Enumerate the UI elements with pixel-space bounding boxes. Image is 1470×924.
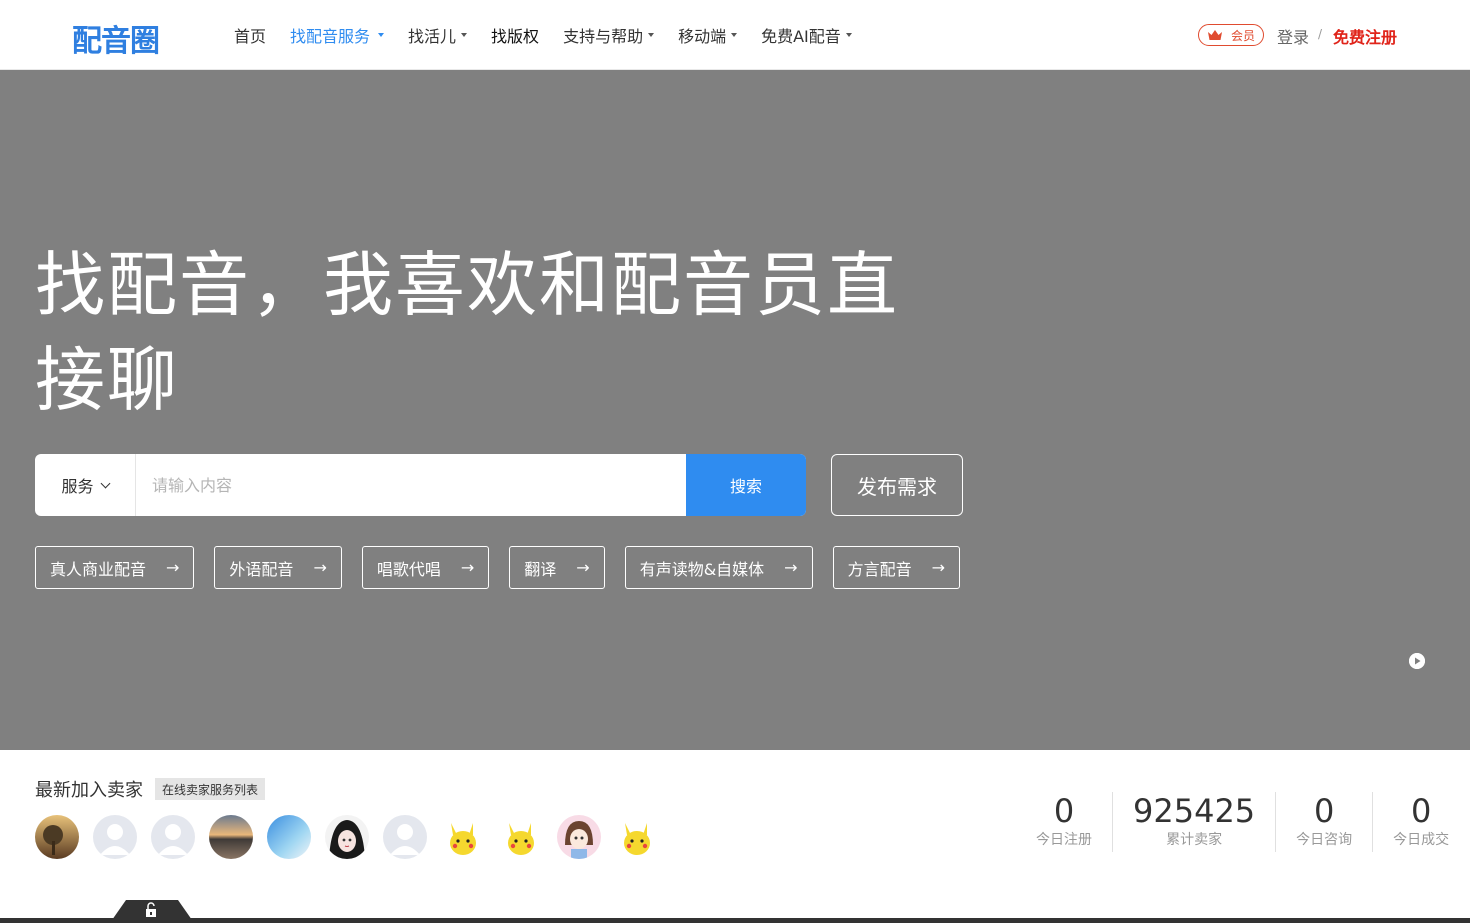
avatar[interactable] (209, 815, 253, 859)
nav-label: 找活儿 (408, 27, 457, 46)
stat-value: 0 (1313, 792, 1335, 830)
register-link[interactable]: 免费注册 (1333, 24, 1397, 48)
arrow-right-icon: → (313, 558, 327, 577)
avatar[interactable] (267, 815, 311, 859)
avatar[interactable] (325, 815, 369, 859)
arrow-right-icon: → (166, 558, 180, 577)
nav-label: 首页 (234, 27, 267, 46)
arrow-right-icon: → (576, 558, 590, 577)
tag-label: 唱歌代唱 (376, 559, 441, 579)
top-navbar: 配音圈 首页 找配音服务 找活儿 找版权 支持与帮助 移动端 免费AI配音 会员… (0, 0, 1470, 70)
tag-translation[interactable]: 翻译 → (509, 546, 605, 589)
member-label: 会员 (1231, 28, 1256, 43)
main-nav: 首页 找配音服务 找活儿 找版权 支持与帮助 移动端 免费AI配音 (234, 0, 876, 70)
arrow-right-icon: → (931, 558, 945, 577)
category-tags: 真人商业配音 → 外语配音 → 唱歌代唱 → 翻译 → 有声读物&自媒体 → 方言配音 → (35, 546, 980, 589)
publish-request-button[interactable]: 发布需求 (831, 454, 963, 516)
seller-avatars (35, 815, 673, 859)
nav-mobile[interactable]: 移动端 (678, 23, 738, 47)
site-logo[interactable]: 配音圈 (72, 16, 160, 59)
tag-foreign-voice[interactable]: 外语配音 → (214, 546, 342, 589)
stat-today-consult: 0 今日咨询 (1275, 792, 1372, 852)
hero-title: 找配音，我喜欢和配音员直接聊 (35, 244, 899, 421)
latest-sellers-title: 最新加入卖家 (35, 780, 143, 801)
stat-today-deals: 0 今日成交 (1372, 792, 1469, 852)
stat-label: 今日注册 (1036, 832, 1092, 848)
avatar[interactable] (93, 815, 137, 859)
chevron-down-icon (100, 478, 110, 488)
site-stats: 0 今日注册 925425 累计卖家 0 今日咨询 0 今日成交 (1016, 792, 1469, 852)
nav-home[interactable]: 首页 (234, 23, 266, 47)
tag-dialect-voice[interactable]: 方言配音 → (832, 546, 960, 589)
tag-singing[interactable]: 唱歌代唱 → (361, 546, 490, 589)
stat-label: 累计卖家 (1166, 832, 1223, 848)
avatar[interactable] (35, 815, 79, 859)
avatar[interactable] (615, 815, 659, 859)
nav-label: 找配音服务 (290, 27, 371, 46)
stat-today-registered: 0 今日注册 (1016, 792, 1112, 852)
search-type-value: 服务 (61, 477, 94, 496)
separator: / (1318, 27, 1323, 41)
caret-down-icon (461, 33, 468, 37)
nav-label: 免费AI配音 (761, 27, 841, 46)
login-link[interactable]: 登录 (1277, 24, 1309, 48)
tag-label: 外语配音 (229, 559, 294, 579)
stat-label: 今日成交 (1393, 832, 1450, 848)
tag-commercial-voice[interactable]: 真人商业配音 → (35, 546, 195, 589)
logo-text: 配音圈 (72, 24, 160, 59)
avatar[interactable] (557, 815, 601, 859)
stat-value: 925425 (1133, 792, 1256, 830)
stat-total-sellers: 925425 累计卖家 (1112, 792, 1275, 852)
bottom-bar (0, 918, 1470, 923)
play-icon[interactable] (1409, 653, 1425, 669)
stat-value: 0 (1053, 792, 1075, 830)
tag-label: 方言配音 (847, 559, 912, 579)
hero-banner: 找配音，我喜欢和配音员直接聊 服务 搜索 发布需求 真人商业配音 → 外语配音 → … (0, 70, 1470, 750)
crown-icon (1207, 29, 1223, 41)
search-bar: 服务 搜索 (35, 454, 806, 516)
nav-label: 支持与帮助 (563, 27, 644, 46)
avatar[interactable] (499, 815, 543, 859)
caret-down-icon (378, 33, 385, 37)
nav-find-copyright[interactable]: 找版权 (491, 23, 539, 47)
avatar[interactable] (441, 815, 485, 859)
search-input[interactable] (136, 454, 686, 516)
nav-find-voice-service[interactable]: 找配音服务 (290, 23, 385, 47)
tag-label: 真人商业配音 (50, 559, 147, 579)
member-badge[interactable]: 会员 (1198, 24, 1265, 46)
tag-audiobook-media[interactable]: 有声读物&自媒体 → (624, 546, 813, 589)
caret-down-icon (731, 33, 738, 37)
nav-label: 移动端 (678, 27, 727, 46)
arrow-right-icon: → (784, 558, 798, 577)
online-sellers-list-link[interactable]: 在线卖家服务列表 (155, 778, 266, 800)
search-button[interactable]: 搜索 (686, 454, 806, 516)
avatar[interactable] (151, 815, 195, 859)
tag-label: 有声读物&自媒体 (639, 559, 765, 579)
stat-value: 0 (1410, 792, 1432, 830)
arrow-right-icon: → (460, 558, 475, 577)
nav-find-jobs[interactable]: 找活儿 (408, 23, 468, 47)
tag-label: 翻译 (524, 559, 557, 579)
bottom-toggle-tab[interactable] (112, 900, 192, 920)
caret-down-icon (648, 33, 655, 37)
nav-free-ai-voice[interactable]: 免费AI配音 (761, 23, 852, 47)
avatar[interactable] (383, 815, 427, 859)
stat-label: 今日咨询 (1296, 832, 1353, 848)
search-type-select[interactable]: 服务 (35, 454, 136, 516)
nav-support-help[interactable]: 支持与帮助 (563, 23, 655, 47)
nav-label: 找版权 (491, 27, 540, 46)
caret-down-icon (845, 33, 852, 37)
